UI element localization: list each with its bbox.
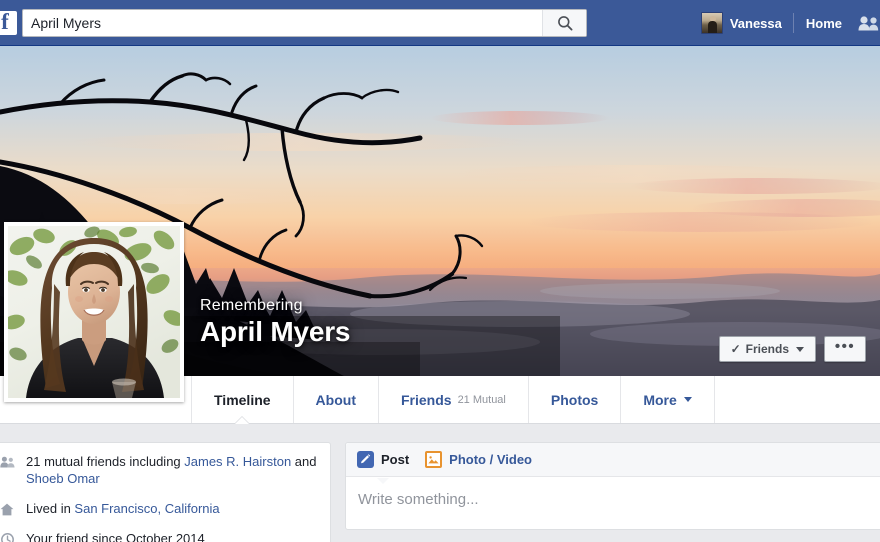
composer-placeholder: Write something... [358,491,479,508]
search-icon [557,15,573,31]
mutual-friends-prefix: 21 mutual friends including [26,454,184,469]
tab-friends[interactable]: Friends 21 Mutual [379,376,529,423]
profile-picture[interactable] [4,222,184,402]
main-content: 21 mutual friends including James R. Hai… [0,425,880,542]
tab-timeline[interactable]: Timeline [192,376,294,423]
ellipsis-icon: ••• [835,338,855,355]
cover-action-buttons: ✓ Friends ••• [719,336,866,362]
mutual-friend-link-2[interactable]: Shoeb Omar [26,471,100,486]
search-input[interactable] [23,10,542,36]
post-composer: Post Photo / Video Write something... [345,442,880,530]
mutual-friends-text: 21 mutual friends including James R. Hai… [26,453,318,487]
tab-bar-filler [715,376,880,423]
topbar-right-group: Vanessa Home [692,0,880,46]
page-title: April Myers [200,316,350,348]
composer-photo-label: Photo / Video [449,452,532,467]
avatar [701,12,723,34]
lived-in-location-link[interactable]: San Francisco, California [74,501,219,516]
friend-since-text: Your friend since October 2014 [26,530,205,542]
lived-in-text: Lived in San Francisco, California [26,500,220,517]
tab-timeline-label: Timeline [214,392,271,408]
lived-in-prefix: Lived in [26,501,74,516]
home-icon [0,501,15,517]
intro-card: 21 mutual friends including James R. Hai… [0,442,331,542]
friends-button-label: Friends [746,342,789,356]
pencil-icon [357,451,374,468]
remembering-label: Remembering [200,297,350,315]
friends-status-button[interactable]: ✓ Friends [719,336,816,362]
friends-icon [0,454,15,470]
tab-photos[interactable]: Photos [529,376,621,423]
top-navigation-bar: f Vanessa Home [0,0,880,46]
chevron-down-icon [796,347,804,352]
composer-post-label: Post [381,452,409,467]
current-user-name: Vanessa [730,16,782,31]
profile-picture-image [8,226,180,398]
tab-photos-label: Photos [551,392,598,408]
search-button[interactable] [542,10,586,36]
photo-icon [425,451,442,468]
tab-about-label: About [316,392,356,408]
list-item: Your friend since October 2014 [0,530,318,542]
clock-icon [0,531,15,542]
tab-friends-label: Friends [401,392,452,408]
tab-friends-mutual-count: 21 Mutual [458,394,506,406]
current-user-menu[interactable]: Vanessa [692,8,791,38]
tab-more-label: More [643,392,676,408]
mutual-friend-link-1[interactable]: James R. Hairston [184,454,291,469]
mutual-friends-middle: and [291,454,316,469]
composer-tab-post[interactable]: Post [357,443,409,477]
home-link[interactable]: Home [796,16,852,31]
composer-tab-photo-video[interactable]: Photo / Video [425,443,532,477]
search-bar[interactable] [22,9,587,37]
composer-tab-bar: Post Photo / Video [346,443,880,477]
list-item: 21 mutual friends including James R. Hai… [0,453,318,487]
chevron-down-icon [684,397,692,402]
friend-requests-icon[interactable] [852,8,880,38]
tab-about[interactable]: About [294,376,379,423]
facebook-logo-icon[interactable]: f [0,0,18,46]
facebook-profile-page: f Vanessa Home [0,0,880,542]
cover-name-block: Remembering April Myers [200,297,350,348]
divider [793,13,794,33]
composer-input[interactable]: Write something... [346,477,880,529]
more-options-button[interactable]: ••• [824,336,866,362]
tab-more[interactable]: More [621,376,714,423]
check-icon: ✓ [731,342,741,356]
list-item: Lived in San Francisco, California [0,500,318,517]
